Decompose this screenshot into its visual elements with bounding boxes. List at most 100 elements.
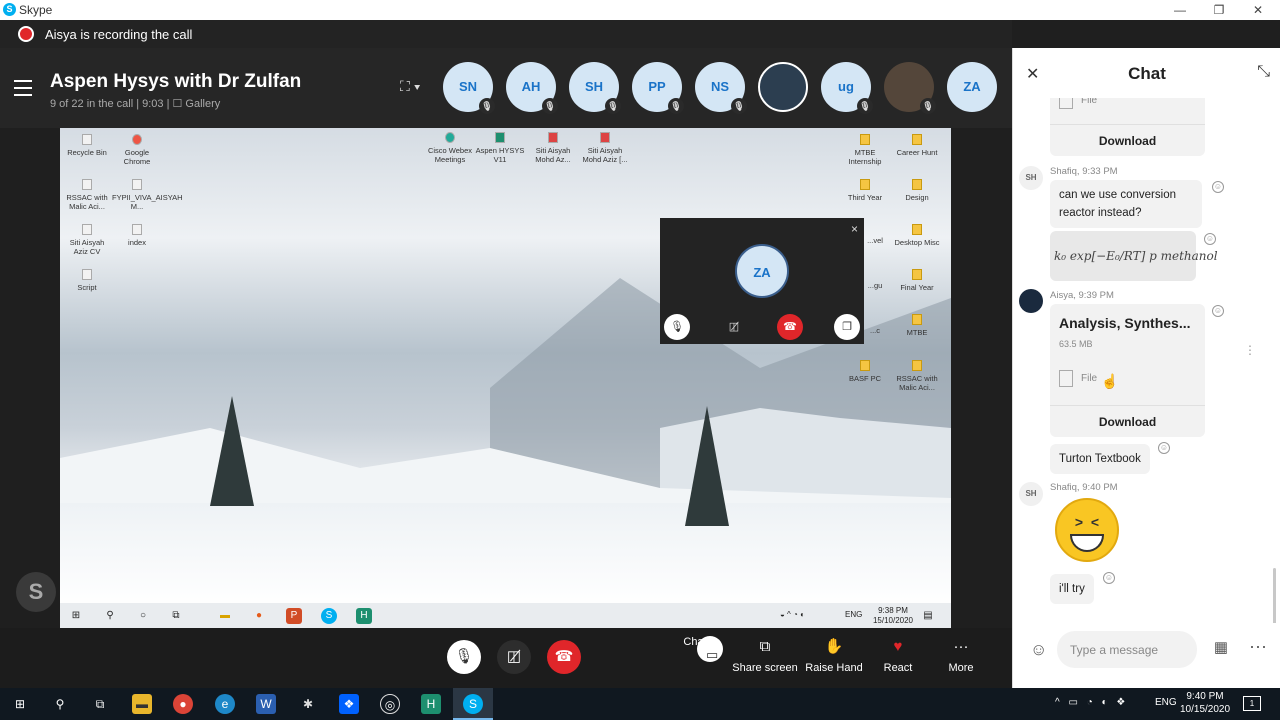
participant-avatar[interactable]: AH 🎙 bbox=[506, 62, 558, 114]
react-emoji-icon[interactable]: ☺ bbox=[1212, 305, 1224, 317]
close-button[interactable]: ✕ bbox=[1238, 0, 1278, 20]
desktop-icon[interactable]: RSSAC with Malic Aci... bbox=[62, 179, 112, 211]
participant-photo-avatar[interactable]: 🎙 bbox=[884, 62, 936, 114]
participant-avatar[interactable]: ug 🎙 bbox=[821, 62, 873, 114]
participant-avatar[interactable]: SN 🎙 bbox=[443, 62, 495, 114]
word-icon[interactable]: W bbox=[256, 694, 276, 714]
chat-scrollbar[interactable] bbox=[1273, 568, 1276, 623]
hysys-icon[interactable]: H bbox=[421, 694, 441, 714]
call-subtitle[interactable]: 9 of 22 in the call | 9:03 | ☐ Gallery bbox=[50, 97, 220, 110]
search-icon[interactable]: ⚲ bbox=[50, 694, 70, 714]
chat-button[interactable]: ▭ Chat bbox=[660, 636, 730, 662]
skype-icon[interactable]: S bbox=[463, 694, 483, 714]
skype-floating-icon[interactable]: S bbox=[16, 572, 56, 612]
participant-avatar[interactable]: NS 🎙 bbox=[695, 62, 747, 114]
download-button[interactable]: Download bbox=[1050, 405, 1205, 437]
desktop-icon[interactable]: Siti Aisyah Mohd Az... bbox=[528, 132, 578, 164]
mic-button[interactable]: 🎙 bbox=[447, 640, 481, 674]
chrome-icon[interactable]: ● bbox=[173, 694, 193, 714]
raise-hand-button[interactable]: ✋ Raise Hand bbox=[799, 636, 869, 674]
desktop-icon[interactable]: Design bbox=[892, 179, 942, 202]
system-tray-icons[interactable]: ^ ▭ ◔ ◐ ❖ bbox=[1055, 697, 1128, 708]
dropbox-icon[interactable]: ❖ bbox=[339, 694, 359, 714]
desktop-icon[interactable]: Recycle Bin bbox=[62, 134, 112, 157]
desktop-icon[interactable]: FYPII_VIVA_AISYAH M... bbox=[112, 179, 183, 211]
menu-icon[interactable] bbox=[14, 80, 32, 96]
message-bubble[interactable]: Turton Textbook bbox=[1050, 444, 1150, 474]
react-emoji-icon[interactable]: ☺ bbox=[1204, 233, 1216, 245]
more-button[interactable]: ··· More bbox=[926, 636, 996, 674]
message-input[interactable] bbox=[1057, 631, 1197, 668]
desktop-icon-label: ...gu bbox=[867, 281, 883, 290]
react-button[interactable]: ♥ React bbox=[863, 636, 933, 674]
desktop-icon[interactable]: Desktop Misc bbox=[892, 224, 942, 247]
desktop-icon[interactable]: MTBE bbox=[892, 314, 942, 337]
message-bubble[interactable]: i'll try bbox=[1050, 574, 1094, 604]
sender-photo-avatar[interactable] bbox=[1019, 289, 1043, 313]
pip-video-off-icon[interactable]: ◫̸ bbox=[721, 314, 747, 340]
formula-image[interactable]: k₀ exp[−E₀/RT] p methanol bbox=[1050, 231, 1218, 281]
desktop-icon[interactable]: Career Hunt bbox=[892, 134, 942, 157]
laughing-emoji[interactable]: > < bbox=[1055, 498, 1119, 562]
participant-photo-avatar[interactable] bbox=[758, 62, 808, 112]
desktop-icon-label: RSSAC with Malic Aci... bbox=[66, 193, 108, 211]
message-options-icon[interactable]: ⋮ bbox=[1244, 343, 1256, 357]
desktop-icon[interactable]: RSSAC with Malic Aci... bbox=[892, 360, 942, 392]
desktop-icon[interactable]: Aspen HYSYS V11 bbox=[475, 132, 525, 164]
action-center-icon[interactable]: 1 bbox=[1243, 696, 1261, 711]
file-explorer-icon[interactable]: ▬ bbox=[132, 694, 152, 714]
settings-icon[interactable]: ✱ bbox=[298, 694, 318, 714]
file-card[interactable]: File Download bbox=[1050, 98, 1205, 156]
desktop-icon[interactable]: index bbox=[112, 224, 162, 247]
folder-icon bbox=[912, 314, 922, 325]
pip-hangup-icon[interactable]: ☎ bbox=[777, 314, 803, 340]
sender-avatar[interactable]: SH bbox=[1019, 482, 1043, 506]
react-emoji-icon[interactable]: ☺ bbox=[1158, 442, 1170, 454]
desktop-icon[interactable]: Siti Aisyah Mohd Aziz [... bbox=[580, 132, 630, 164]
file-icon bbox=[1059, 370, 1073, 387]
layout-switch-icon[interactable]: ⛶ ▾ bbox=[400, 78, 428, 96]
desktop-icon[interactable]: Siti Aisyah Aziz CV bbox=[62, 224, 112, 256]
desktop-icon[interactable]: BASF PC bbox=[840, 360, 890, 383]
participant-avatar[interactable]: SH 🎙 bbox=[569, 62, 621, 114]
video-off-button[interactable]: ◫̸ bbox=[497, 640, 531, 674]
edge-icon[interactable]: e bbox=[215, 694, 235, 714]
windows-start-icon[interactable]: ⊞ bbox=[10, 694, 30, 714]
desktop-icon[interactable]: Final Year bbox=[892, 269, 942, 292]
expand-icon[interactable]: ⤡ bbox=[1257, 63, 1270, 81]
desktop-icon[interactable]: Google Chrome bbox=[112, 134, 162, 166]
emoji-picker-icon[interactable]: ☺ bbox=[1030, 640, 1047, 660]
more-options-icon[interactable]: ··· bbox=[1249, 636, 1267, 657]
participant-avatar[interactable]: ZA bbox=[947, 62, 997, 112]
pip-mic-icon[interactable]: 🎙 bbox=[664, 314, 690, 340]
download-button[interactable]: Download bbox=[1050, 124, 1205, 156]
maximize-button[interactable]: ❐ bbox=[1199, 0, 1239, 20]
attach-icon[interactable]: ▦ bbox=[1210, 638, 1232, 660]
chat-title: Chat bbox=[1128, 64, 1166, 83]
react-emoji-icon[interactable]: ☺ bbox=[1212, 181, 1224, 193]
minimize-button[interactable]: — bbox=[1160, 0, 1200, 20]
obs-icon[interactable]: ◎ bbox=[380, 694, 400, 714]
react-emoji-icon[interactable]: ☺ bbox=[1103, 572, 1115, 584]
call-header: Aspen Hysys with Dr Zulfan 9 of 22 in th… bbox=[0, 48, 1012, 128]
pip-close-icon[interactable]: × bbox=[851, 222, 858, 236]
taskbar-date: 10/15/2020 bbox=[1180, 704, 1231, 715]
participant-avatar[interactable]: PP 🎙 bbox=[632, 62, 684, 114]
message-bubble[interactable]: can we use conversion reactor instead? bbox=[1050, 180, 1202, 228]
language-indicator[interactable]: ENG bbox=[1155, 697, 1177, 708]
desktop-icon[interactable]: Third Year bbox=[840, 179, 890, 202]
pip-restore-icon[interactable]: ❐ bbox=[834, 314, 860, 340]
desktop-icon[interactable]: Script bbox=[62, 269, 112, 292]
sender-avatar[interactable]: SH bbox=[1019, 166, 1043, 190]
share-screen-button[interactable]: ⧉ Share screen bbox=[730, 636, 800, 674]
desktop-icon[interactable]: Cisco Webex Meetings bbox=[425, 132, 475, 164]
language-indicator: ENG bbox=[845, 610, 863, 619]
task-view-icon[interactable]: ⧉ bbox=[90, 694, 110, 714]
file-card[interactable]: Analysis, Synthes... 63.5 MB File Downlo… bbox=[1050, 304, 1205, 437]
share-screen-icon: ⧉ bbox=[759, 638, 771, 655]
firefox-icon: ● bbox=[255, 610, 263, 621]
desktop-icon[interactable]: MTBE Internship bbox=[840, 134, 890, 166]
hangup-button[interactable]: ☎ bbox=[547, 640, 581, 674]
cortana-icon: ○ bbox=[139, 610, 147, 621]
taskbar-clock[interactable]: 9:40 PM 10/15/2020 bbox=[1180, 690, 1230, 716]
